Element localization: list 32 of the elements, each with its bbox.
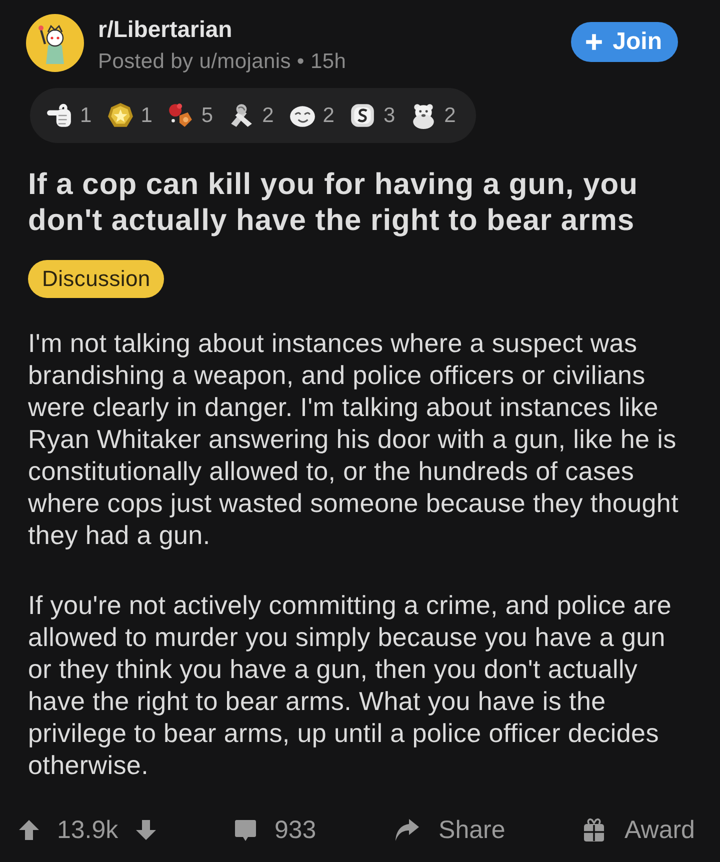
award-count: 1	[80, 104, 92, 128]
award-count: 2	[262, 104, 274, 128]
downvote-button[interactable]	[135, 819, 158, 841]
awards-bar[interactable]: 1 1 5 2 2 3 2	[30, 88, 476, 143]
post-body-paragraph: I'm not talking about instances where a suspect was brandishing a weapon, and police officers or civilians were clearly in danger. I'm talking about instances like Ryan Whitaker answering his door with a gun, like he is constitutionally allowed to, or the hundreds of cases where cops just wasted someone because they thought they had a gun.	[28, 327, 680, 551]
share-button[interactable]: Share	[394, 816, 506, 844]
post-body-paragraph: If you're not actively committing a crime, and police are allowed to murder you simply because you have a gun or they think you have a gun, then you don't actually have the right to bear arms. What you have is the privilege to bear arms, up until a police officer decides otherwise.	[28, 589, 673, 781]
gift-icon	[582, 818, 605, 842]
subreddit-name[interactable]: r/Libertarian	[98, 15, 232, 43]
down-arrow-icon	[135, 819, 158, 841]
award-count: 3	[383, 104, 396, 128]
post-flair: Discussion	[28, 260, 164, 298]
vote-score: 13.9k	[57, 816, 118, 844]
award-count: 2	[322, 104, 334, 128]
post-byline: Posted by u/mojanis • 15h	[98, 49, 346, 75]
comment-icon	[234, 818, 258, 842]
comments-button[interactable]: 933	[234, 816, 316, 844]
star-badge-icon	[106, 102, 134, 129]
coin-jar-icon	[349, 102, 376, 129]
subreddit-avatar-icon	[26, 14, 84, 72]
join-button[interactable]: Join	[570, 22, 678, 62]
pointing-hand-icon	[46, 102, 73, 129]
confetti-icon	[167, 102, 194, 129]
award-count: 2	[444, 104, 456, 128]
award-button[interactable]: Award	[582, 816, 695, 844]
award-count: 5	[201, 104, 214, 128]
share-arrow-icon	[394, 818, 420, 842]
up-arrow-icon	[18, 819, 40, 841]
plus-icon	[584, 33, 603, 51]
award-count: 1	[140, 104, 152, 128]
post-title: If a cop can kill you for having a gun, you don't actually have the right to bear arms	[28, 167, 639, 239]
upvote-button[interactable]	[18, 819, 40, 841]
